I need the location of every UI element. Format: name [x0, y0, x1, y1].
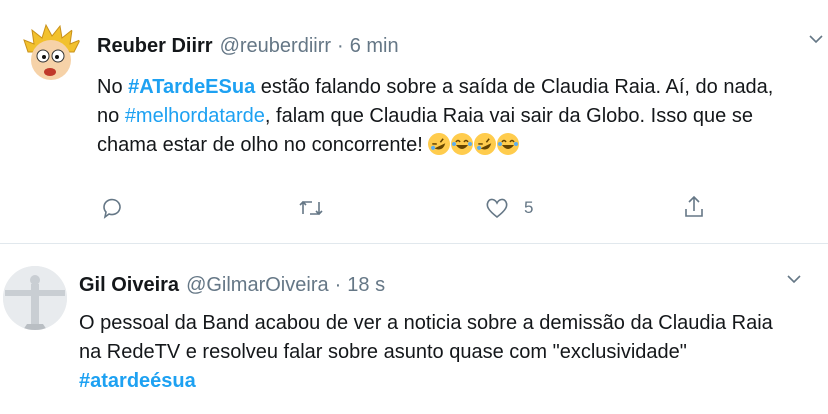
- text-segment: No: [97, 76, 129, 98]
- chevron-down-icon[interactable]: [805, 28, 827, 50]
- reply-button[interactable]: [100, 196, 124, 220]
- tweet[interactable]: Reuber Diirr @reuberdiirr · 6 min No #AT…: [0, 0, 828, 243]
- reply-icon: [103, 198, 121, 219]
- retweet-button[interactable]: [298, 196, 324, 220]
- author-name[interactable]: Reuber Diirr: [97, 35, 213, 58]
- like-button[interactable]: 5: [484, 196, 533, 220]
- chevron-down-icon[interactable]: [783, 268, 805, 290]
- text-line: na RedeTV e resolveu falar sobre asunto …: [79, 341, 687, 363]
- tweet[interactable]: Gil Oiveira @GilmarOiveira · 18 s O pess…: [0, 244, 828, 414]
- share-button[interactable]: [682, 194, 706, 220]
- text-line: O pessoal da Band acabou de ver a notici…: [79, 312, 773, 334]
- timestamp[interactable]: 18 s: [347, 274, 385, 297]
- author-name[interactable]: Gil Oiveira: [79, 274, 179, 297]
- separator-dot: ·: [334, 274, 342, 296]
- joy-emoji-icon: [451, 133, 474, 155]
- heart-icon: [486, 198, 508, 219]
- tweet-text: O pessoal da Band acabou de ver a notici…: [79, 309, 819, 396]
- text-segment: estão falando sobre a saída de Claudia R…: [255, 76, 774, 98]
- rofl-emoji-icon: [424, 129, 454, 159]
- joy-emoji-icon: [497, 133, 520, 155]
- hashtag-link[interactable]: #melhordatarde: [125, 105, 265, 127]
- hashtag-link[interactable]: #ATardeESua: [128, 76, 255, 98]
- avatar[interactable]: [20, 22, 82, 84]
- author-handle[interactable]: @GilmarOiveira: [186, 274, 329, 297]
- text-segment: , falam que Claudia Raia vai sair da Glo…: [264, 105, 753, 127]
- share-icon: [685, 195, 703, 217]
- timestamp[interactable]: 6 min: [350, 35, 399, 58]
- retweet-icon: [299, 200, 323, 216]
- text-segment: chama estar de olho no concorrente!: [97, 134, 423, 156]
- rofl-emoji-icon: [470, 129, 500, 159]
- separator-dot: ·: [337, 35, 344, 57]
- like-count: 5: [524, 198, 534, 217]
- tweet-text: No #ATardeESua estão falando sobre a saí…: [97, 73, 817, 160]
- text-segment: no: [97, 105, 125, 127]
- author-handle[interactable]: @reuberdiirr: [220, 35, 331, 58]
- avatar[interactable]: [3, 266, 67, 330]
- hashtag-link[interactable]: #atardeésua: [79, 370, 196, 392]
